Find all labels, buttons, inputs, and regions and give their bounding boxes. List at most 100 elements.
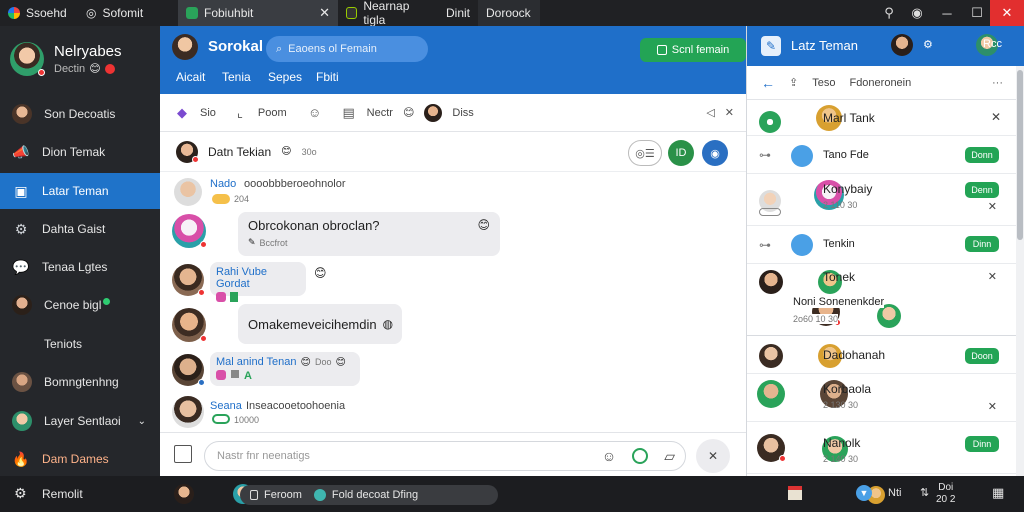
avatar[interactable] xyxy=(172,264,205,296)
sidebar-item-dames[interactable]: 🔥 Dam Dames xyxy=(0,441,160,477)
gif-button[interactable]: ◎☰ xyxy=(628,140,662,166)
avatar[interactable] xyxy=(172,214,207,248)
message-bubble: Obrcokonan obroclan? ✎ Bccfrot 😊 xyxy=(238,212,500,256)
browser-tab[interactable]: Nearnap tigla xyxy=(338,0,438,27)
sidebar-item-latar-teman[interactable]: ▣ Latar Teman xyxy=(0,173,160,209)
sidebar-item-temak[interactable]: 📣 Dion Temak xyxy=(0,134,160,170)
message-sender: Rahi Vube Gordat xyxy=(216,266,267,290)
clock[interactable]: Doi 20 2 xyxy=(936,482,955,506)
search-input[interactable]: ⌕ Eaoens ol Femain xyxy=(266,36,428,62)
avatar[interactable] xyxy=(172,308,207,342)
list-item[interactable]: ⊶ Tano Fde Donn xyxy=(747,136,1017,174)
sidebar-item-bomngtenhng[interactable]: Bomngtenhng xyxy=(0,364,160,400)
more-icon[interactable]: ··· xyxy=(992,77,1003,89)
sidebar-item-label: Bomngtenhng xyxy=(44,375,119,389)
browser-tab[interactable]: Doroock xyxy=(478,0,540,26)
shield-icon[interactable]: ▼ xyxy=(856,485,872,501)
avatar[interactable] xyxy=(172,354,205,386)
avatar[interactable] xyxy=(172,396,204,428)
toolbar-label: Fdoneronein xyxy=(849,76,912,89)
sidebar-item-teniots[interactable]: Teniots xyxy=(0,326,160,362)
action-button-label: Scnl femain xyxy=(671,44,730,56)
call-button[interactable]: ◉ xyxy=(702,140,728,166)
network-icon[interactable]: ⇅ xyxy=(920,486,929,499)
timer-icon[interactable] xyxy=(632,448,649,464)
list-item[interactable]: Konybaiy 2 110 30 Denn ✕ xyxy=(747,174,1017,226)
crop-icon[interactable]: ⌞ xyxy=(232,105,248,121)
speaker-icon[interactable]: ◁ xyxy=(706,106,714,119)
sidebar-item-decoatis[interactable]: Son Decoatis xyxy=(0,96,160,132)
close-icon[interactable]: ✕ xyxy=(725,106,734,119)
id-button[interactable]: ID xyxy=(668,140,694,166)
right-panel-title: Latz Teman xyxy=(791,38,858,53)
sidebar-item-label: Dahta Gaist xyxy=(42,222,106,236)
avatar[interactable] xyxy=(424,103,443,122)
chat-app-icon xyxy=(313,489,326,501)
avatar[interactable] xyxy=(891,34,913,56)
avatar[interactable] xyxy=(174,484,194,504)
tab-aicait[interactable]: Aicait xyxy=(176,70,205,84)
message-bubble: Mal anind Tenan 😊 Doo 😊 A xyxy=(210,352,360,386)
close-icon[interactable]: ✕ xyxy=(319,5,330,21)
browser-tab[interactable]: Dinit xyxy=(438,0,478,26)
chat-app-icon xyxy=(186,7,198,19)
gear-icon[interactable]: ⚙ xyxy=(923,38,933,51)
sidebar-item-lgtes[interactable]: 💬 Tenaa Lgtes xyxy=(0,249,160,285)
brush-icon[interactable]: ◆ xyxy=(174,105,190,121)
list-item[interactable]: Marl Tank ✕ xyxy=(747,100,1017,136)
sidebar-item-sentlaoi[interactable]: Layer Sentlaoi ⌄ xyxy=(0,403,160,439)
message-meta: Doo xyxy=(314,357,332,367)
left-sidebar: Nelryabes Dectin 😊 Son Decoatis 📣 Dion T… xyxy=(0,26,160,476)
tab-tenia[interactable]: Tenia xyxy=(222,70,251,84)
chat-header: Sorokal ⌕ Eaoens ol Femain Scnl femain A… xyxy=(160,26,746,94)
message-input[interactable]: Nastr fnr neenatigs ☺ ▱ xyxy=(204,441,686,471)
notifications-icon[interactable]: ▦ xyxy=(992,485,1004,501)
profile-status: Dectin xyxy=(54,62,86,75)
emoji-icon: 😊 xyxy=(477,218,490,232)
avatar[interactable] xyxy=(174,178,202,206)
sidebar-footer-label[interactable]: Remolit xyxy=(42,487,83,501)
close-icon[interactable]: ✕ xyxy=(991,110,1001,124)
card-icon[interactable]: ▤ xyxy=(341,105,357,121)
browser-tab[interactable]: Ssoehd xyxy=(0,0,78,26)
back-arrow-icon[interactable]: ← xyxy=(761,75,775,91)
emoji-icon[interactable]: ☺ xyxy=(602,448,616,464)
window-icon: ▣ xyxy=(14,182,28,199)
calendar-icon[interactable] xyxy=(788,486,802,500)
app-icon xyxy=(250,490,258,500)
taskbar-search[interactable]: Feroom Fold decoat Dfing xyxy=(240,485,498,505)
list-item[interactable]: Korbaola 2 130 30 ✕ xyxy=(747,374,1017,422)
chevron-down-icon[interactable]: ⌄ xyxy=(138,416,146,427)
chat-toolbar: ◆ Sio ⌞ Poom ☺ ▤ Nectr 😊 Diss ◁ ✕ xyxy=(160,94,746,132)
list-item[interactable]: Nanolk 2 140 30 Dinn xyxy=(747,422,1017,474)
close-icon[interactable]: ✕ xyxy=(988,400,997,413)
emoji-icon[interactable]: ☺ xyxy=(307,105,323,121)
tab-sepes[interactable]: Sepes xyxy=(268,70,302,84)
list-item[interactable]: ⊶ Tenkin Dinn xyxy=(747,226,1017,264)
close-icon[interactable]: ✕ xyxy=(988,200,997,213)
list-item[interactable]: Tonek ✕ Noni Sonenenkder 2o60 10 30 xyxy=(747,264,1017,336)
share-icon[interactable]: ⇪ xyxy=(789,76,798,89)
sidebar-item-bigl[interactable]: Cenoe bigl xyxy=(0,287,160,323)
edit-icon[interactable]: ✎ xyxy=(761,36,781,56)
maximize-icon[interactable]: ☐ xyxy=(962,0,992,26)
avatar[interactable] xyxy=(176,140,199,163)
gear-icon[interactable]: ⚙ xyxy=(14,485,27,502)
list-item[interactable]: Dadohanah Doon xyxy=(747,336,1017,374)
close-window-icon[interactable]: ✕ xyxy=(990,0,1024,26)
sticker-icon[interactable]: ▱ xyxy=(664,448,675,465)
close-icon[interactable]: ✕ xyxy=(988,270,997,283)
browser-tab-active[interactable]: Fobiuhbit ✕ xyxy=(178,0,338,26)
status-badge: Donn xyxy=(965,147,999,163)
key-icon[interactable]: ⚲ xyxy=(874,0,904,26)
tab-fbiti[interactable]: Fbiti xyxy=(316,70,339,84)
attach-icon[interactable] xyxy=(174,445,192,463)
user-profile[interactable]: Nelryabes Dectin 😊 xyxy=(10,42,122,76)
minimize-icon[interactable]: ─ xyxy=(932,0,962,26)
shield-icon[interactable]: ◉ xyxy=(902,0,932,26)
close-icon[interactable]: ✕ xyxy=(696,439,730,473)
sidebar-item-gaist[interactable]: ⚙ Dahta Gaist xyxy=(0,211,160,247)
action-button[interactable]: Scnl femain xyxy=(640,38,746,62)
scrollbar-thumb[interactable] xyxy=(1017,70,1023,240)
browser-tab[interactable]: ◎ Sofomit xyxy=(78,0,174,26)
